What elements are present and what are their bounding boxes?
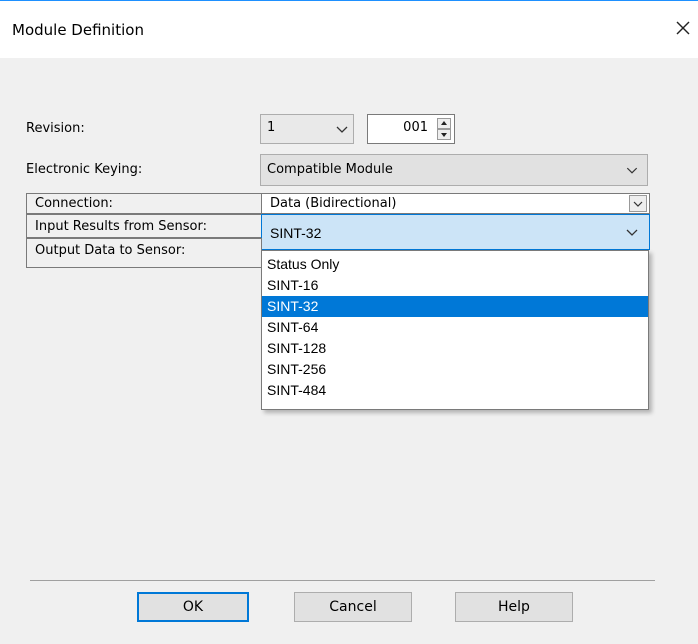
revision-label: Revision: bbox=[26, 121, 85, 136]
dropdown-option[interactable]: SINT-16 bbox=[262, 275, 648, 296]
chevron-down-icon bbox=[626, 229, 638, 236]
arrow-down-icon bbox=[441, 133, 447, 137]
electronic-keying-label: Electronic Keying: bbox=[26, 162, 143, 177]
revision-minor-value: 001 bbox=[403, 120, 428, 135]
connection-value: Data (Bidirectional) bbox=[270, 196, 397, 211]
output-data-label: Output Data to Sensor: bbox=[35, 243, 186, 258]
close-icon bbox=[676, 21, 690, 35]
help-button[interactable]: Help bbox=[455, 592, 573, 622]
window-title: Module Definition bbox=[12, 21, 144, 39]
title-bar: Module Definition bbox=[0, 0, 698, 58]
dropdown-option-selected[interactable]: SINT-32 bbox=[262, 296, 648, 317]
electronic-keying-value: Compatible Module bbox=[267, 162, 393, 177]
close-button[interactable] bbox=[672, 17, 694, 39]
chevron-down-icon bbox=[633, 201, 643, 207]
revision-minor-stepper[interactable]: 001 bbox=[367, 114, 455, 144]
input-results-combo[interactable]: SINT-32 bbox=[261, 214, 650, 250]
footer-divider bbox=[30, 580, 655, 581]
sensor-input-dropdown-list[interactable]: Status Only SINT-16 SINT-32 SINT-64 SINT… bbox=[261, 250, 649, 410]
dropdown-option[interactable]: Status Only bbox=[262, 254, 648, 275]
chevron-down-icon bbox=[336, 126, 348, 133]
connection-combo[interactable]: Data (Bidirectional) bbox=[261, 193, 650, 214]
spin-up-button[interactable] bbox=[437, 118, 451, 129]
revision-major-value: 1 bbox=[267, 120, 276, 135]
chevron-down-icon bbox=[626, 167, 638, 174]
electronic-keying-combo[interactable]: Compatible Module bbox=[260, 154, 648, 186]
dropdown-option[interactable]: SINT-64 bbox=[262, 317, 648, 338]
input-results-label: Input Results from Sensor: bbox=[35, 219, 207, 234]
arrow-up-icon bbox=[441, 121, 447, 125]
input-results-value: SINT-32 bbox=[270, 225, 322, 241]
ok-button[interactable]: OK bbox=[137, 592, 249, 622]
connection-dropdown-button[interactable] bbox=[629, 195, 647, 212]
input-results-label-cell: Input Results from Sensor: bbox=[26, 214, 262, 238]
spin-down-button[interactable] bbox=[437, 129, 451, 140]
dropdown-option[interactable]: SINT-484 bbox=[262, 380, 648, 401]
connection-label-cell: Connection: bbox=[26, 193, 262, 214]
dropdown-option[interactable]: SINT-256 bbox=[262, 359, 648, 380]
dropdown-option[interactable]: SINT-128 bbox=[262, 338, 648, 359]
cancel-button[interactable]: Cancel bbox=[294, 592, 412, 622]
connection-label: Connection: bbox=[35, 196, 113, 211]
revision-major-combo[interactable]: 1 bbox=[260, 114, 354, 144]
output-data-label-cell: Output Data to Sensor: bbox=[26, 238, 262, 268]
